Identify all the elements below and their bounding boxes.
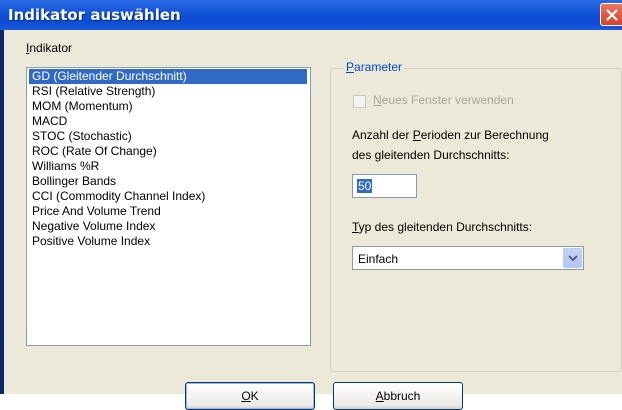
- periods-label-line1: Anzahl der Perioden zur Berechnung: [352, 128, 549, 142]
- list-item-pvi[interactable]: Positive Volume Index: [29, 234, 153, 249]
- list-item-mom[interactable]: MOM (Momentum): [29, 99, 136, 114]
- close-icon: [606, 9, 618, 21]
- new-window-checkbox[interactable]: [353, 95, 366, 108]
- periods-value: 50: [357, 179, 373, 193]
- dropdown-arrow-button[interactable]: [563, 248, 582, 268]
- ok-button[interactable]: OK: [185, 382, 315, 410]
- list-item-pvt[interactable]: Price And Volume Trend: [29, 204, 164, 219]
- periods-input[interactable]: 50: [352, 174, 417, 198]
- list-item-williams[interactable]: Williams %R: [29, 159, 102, 174]
- type-label: Typ des gleitenden Durchschnitts:: [352, 220, 533, 234]
- title-bar[interactable]: Indikator auswählen: [0, 0, 622, 30]
- dialog-client: Indikator GD (Gleitender Durchschnitt) R…: [4, 30, 622, 410]
- list-item-roc[interactable]: ROC (Rate Of Change): [29, 144, 160, 159]
- list-item-gd[interactable]: GD (Gleitender Durchschnitt): [29, 69, 307, 84]
- ma-type-value: Einfach: [358, 252, 399, 266]
- periods-label-line2: des gleitenden Durchschnitts:: [352, 148, 510, 162]
- new-window-label: Neues Fenster verwenden: [373, 93, 514, 107]
- indicator-listbox[interactable]: GD (Gleitender Durchschnitt) RSI (Relati…: [26, 67, 311, 346]
- list-item-macd[interactable]: MACD: [29, 114, 70, 129]
- list-item-bollinger[interactable]: Bollinger Bands: [29, 174, 119, 189]
- list-item-stoc[interactable]: STOC (Stochastic): [29, 129, 135, 144]
- cancel-button[interactable]: Abbruch: [333, 382, 463, 410]
- list-item-nvi[interactable]: Negative Volume Index: [29, 219, 158, 234]
- indicator-label: Indikator: [26, 41, 73, 55]
- list-item-cci[interactable]: CCI (Commodity Channel Index): [29, 189, 208, 204]
- close-button[interactable]: [600, 3, 622, 26]
- ma-type-select[interactable]: Einfach: [352, 246, 584, 270]
- parameter-legend: Parameter: [344, 60, 405, 74]
- chevron-down-icon: [568, 255, 578, 262]
- dialog-title: Indikator auswählen: [8, 6, 181, 24]
- list-item-rsi[interactable]: RSI (Relative Strength): [29, 84, 158, 99]
